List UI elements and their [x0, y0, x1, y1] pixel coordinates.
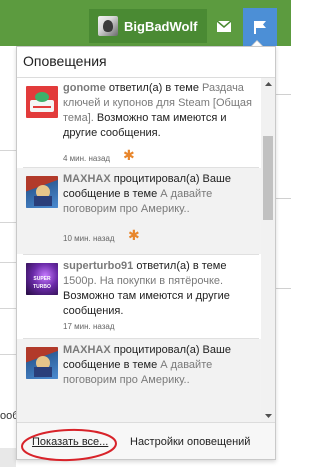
- caret-up-icon: [264, 82, 272, 86]
- background-divider: [0, 262, 16, 263]
- scroll-up-button[interactable]: [261, 78, 275, 90]
- highlight-ellipse: [21, 428, 117, 462]
- notification-settings-link[interactable]: Настройки оповещений: [130, 436, 250, 448]
- background-divider: [276, 288, 291, 289]
- background-divider: [276, 198, 291, 199]
- caret-down-icon: [264, 414, 272, 418]
- notification-time: 4 мин. назад: [63, 154, 111, 163]
- notification-text: superturbo91 ответил(а) в теме 1500р. На…: [63, 259, 253, 319]
- notification-item[interactable]: SUPER TURBO superturbo91 ответил(а) в те…: [17, 255, 261, 338]
- background-divider: [0, 222, 16, 223]
- notification-text: MAXHAX процитировал(а) Ваше сообщение в …: [63, 343, 253, 388]
- inbox-button[interactable]: [207, 9, 241, 43]
- notifications-scrollbar[interactable]: [261, 78, 275, 422]
- notification-user-link[interactable]: MAXHAX: [63, 344, 111, 356]
- envelope-icon: [217, 20, 231, 32]
- notifications-list[interactable]: gonome ответил(а) в теме Раздача ключей …: [17, 78, 261, 422]
- popup-title: Оповещения: [23, 53, 107, 69]
- notification-time: 17 мин. назад: [63, 322, 115, 331]
- notification-time: 10 мин. назад: [63, 234, 115, 243]
- background-divider: [0, 354, 16, 355]
- scrollbar-thumb[interactable]: [263, 136, 273, 220]
- scroll-down-button[interactable]: [261, 410, 275, 422]
- notification-user-link[interactable]: gonome: [63, 82, 106, 94]
- flag-icon: [254, 20, 266, 34]
- notification-text: MAXHAX процитировал(а) Ваше сообщение в …: [63, 172, 253, 217]
- notification-thread-link[interactable]: 1500р. На покупки в пятёрочке.: [63, 275, 223, 287]
- unread-star-icon: ✱: [123, 147, 135, 163]
- background-divider: [0, 150, 16, 151]
- notification-action: ответил(а) в теме: [108, 82, 199, 94]
- background-divider: [276, 94, 291, 95]
- notification-action: ответил(а) в теме: [136, 260, 227, 272]
- background-footer: [0, 448, 16, 467]
- maxhax-avatar[interactable]: [26, 176, 58, 208]
- notification-item[interactable]: MAXHAX процитировал(а) Ваше сообщение в …: [17, 339, 261, 422]
- notification-item[interactable]: gonome ответил(а) в теме Раздача ключей …: [17, 78, 261, 167]
- background-divider: [0, 308, 16, 309]
- username-label: BigBadWolf: [124, 18, 198, 34]
- user-menu-button[interactable]: BigBadWolf: [89, 9, 207, 43]
- notification-text: gonome ответил(а) в теме Раздача ключей …: [63, 81, 253, 141]
- gonome-avatar[interactable]: [26, 86, 58, 118]
- notification-item[interactable]: MAXHAX процитировал(а) Ваше сообщение в …: [17, 168, 261, 254]
- top-navbar: BigBadWolf: [0, 0, 291, 46]
- notification-user-link[interactable]: MAXHAX: [63, 173, 111, 185]
- avatar-logo-text: SUPER TURBO: [33, 276, 51, 290]
- superturbo91-avatar[interactable]: SUPER TURBO: [26, 263, 58, 295]
- notification-user-link[interactable]: superturbo91: [63, 260, 133, 272]
- notification-extra: Возможно там имеются и другие сообщения.: [63, 290, 230, 317]
- maxhax-avatar[interactable]: [26, 347, 58, 379]
- user-avatar: [98, 16, 118, 36]
- notifications-popup: Оповещения gonome ответил(а) в теме Разд…: [16, 46, 276, 460]
- unread-star-icon: ✱: [128, 227, 140, 243]
